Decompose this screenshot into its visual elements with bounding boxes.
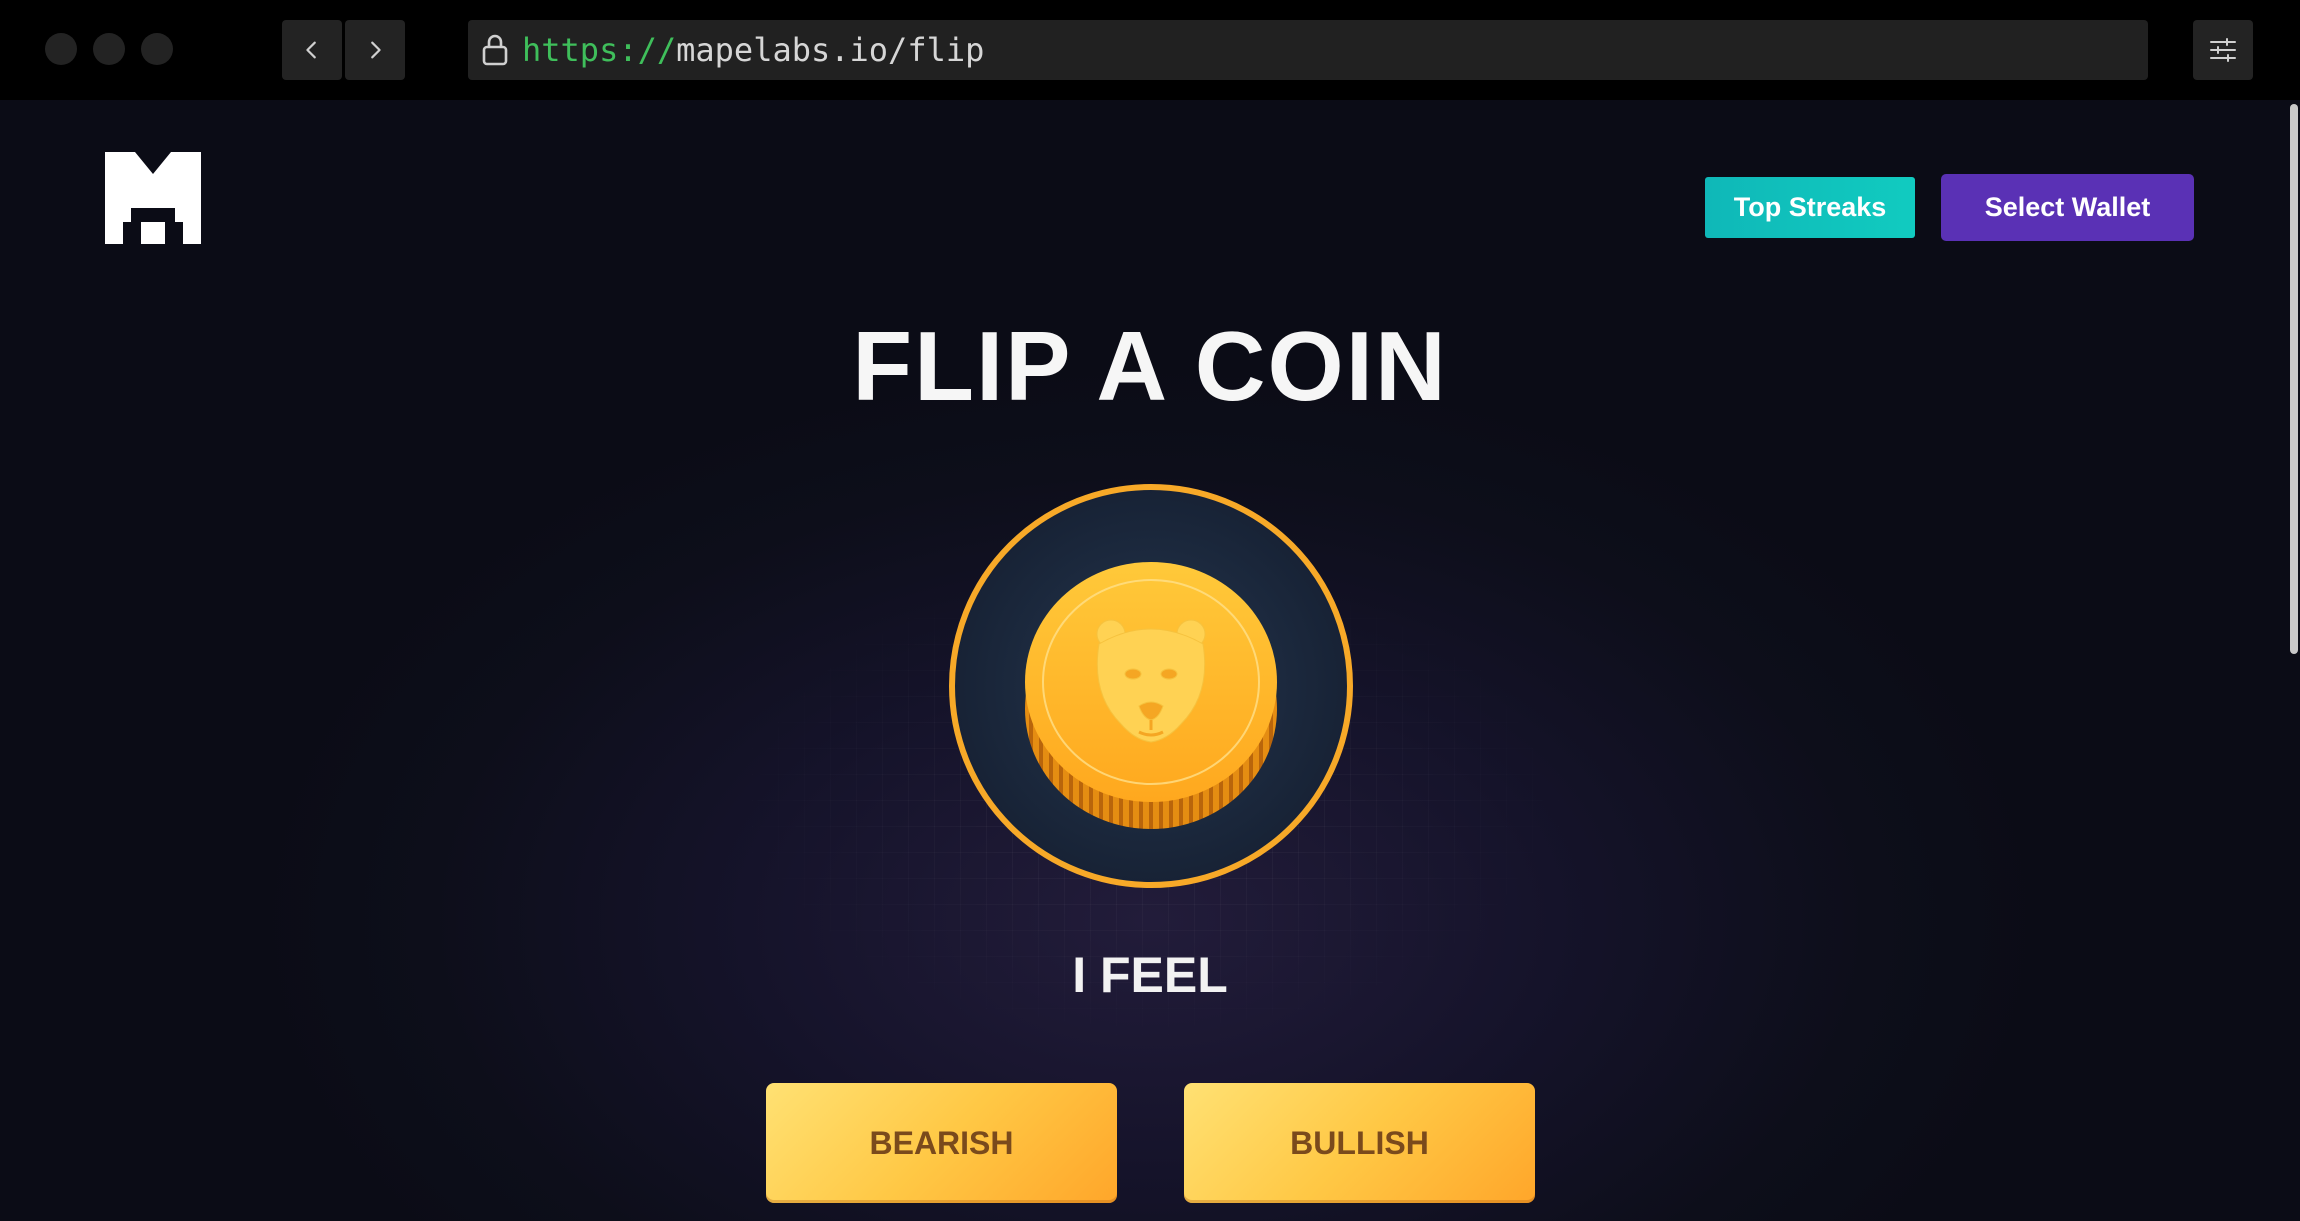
choice-prompt: I FEEL [1072,947,1228,1003]
flip-page: Top Streaks Select Wallet FLIP A COIN I … [0,100,2300,1221]
address-bar[interactable]: https://mapelabs.io/flip [468,20,2148,80]
browser-chrome: https://mapelabs.io/flip [0,0,2300,100]
url-host-path: mapelabs.io/flip [676,31,985,69]
window-close-dot[interactable] [45,33,77,65]
bullish-button[interactable]: BULLISH [1184,1083,1535,1203]
bearish-button[interactable]: BEARISH [766,1083,1117,1203]
lock-icon [482,34,508,66]
settings-button[interactable] [2193,20,2253,80]
back-button[interactable] [282,20,342,80]
coin-graphic [949,484,1353,888]
forward-button[interactable] [345,20,405,80]
chevron-right-icon [371,41,381,59]
sliders-icon [2210,38,2236,62]
page-title: FLIP A COIN [852,311,1448,421]
coin-display[interactable] [949,484,1353,888]
mapelabs-logo[interactable] [105,152,201,244]
top-streaks-button[interactable]: Top Streaks [1705,177,1915,238]
chevron-left-icon [306,41,316,59]
window-minimize-dot[interactable] [93,33,125,65]
window-maximize-dot[interactable] [141,33,173,65]
url-scheme: https:// [522,31,677,69]
select-wallet-button[interactable]: Select Wallet [1941,174,2194,241]
